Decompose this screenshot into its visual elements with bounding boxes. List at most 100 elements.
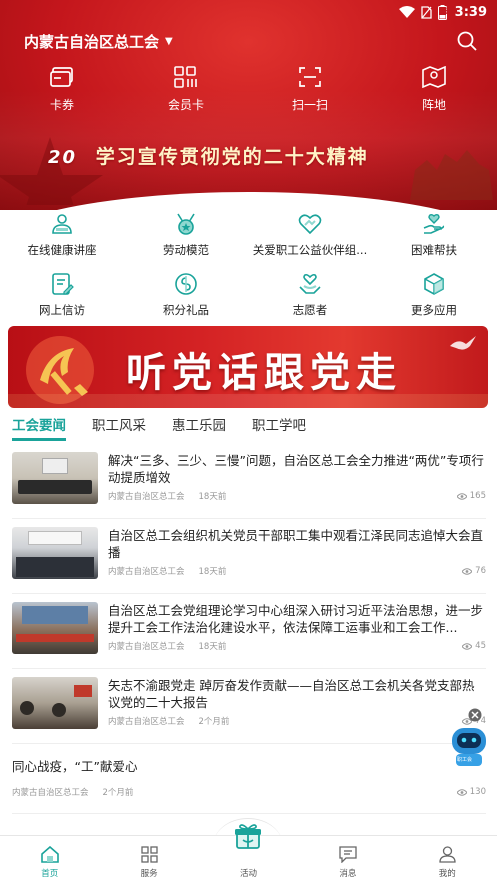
nav-home[interactable]: 首页 [0,836,99,885]
news-tabs: 工会要闻 职工风采 惠工乐园 职工学吧 [12,414,306,441]
service-grid: 在线健康讲座 劳动模范 关爱职工公益伙伴组... 困难帮扶 网上信访 积分礼品 … [0,212,497,332]
news-views: 130 [469,787,486,797]
service-help[interactable]: 困难帮扶 [372,212,496,272]
news-list: 解决“三多、三少、三慢”问题，自治区总工会全力推进“两优”专项行动提质增效 内蒙… [12,444,486,814]
service-label: 志愿者 [292,303,328,317]
service-more-apps[interactable]: 更多应用 [372,272,496,332]
quick-action-map[interactable]: 阵地 [372,66,496,113]
news-views: 45 [475,641,486,651]
search-icon[interactable] [457,31,477,51]
news-source: 内蒙古自治区总工会 [12,788,89,798]
banner-stripe [8,394,488,408]
robot-label: 职工会 [457,757,473,763]
card-icon [50,67,73,87]
nav-label: 活动 [239,869,257,879]
nav-label: 消息 [339,869,357,879]
top-bar: 内蒙古自治区总工会 ▼ [24,28,477,54]
news-meta: 内蒙古自治区总工会 18天前 76 [108,565,486,577]
quick-action-label: 扫一扫 [291,98,328,112]
tab-worker-style[interactable]: 职工风采 [92,414,146,441]
service-row: 在线健康讲座 劳动模范 关爱职工公益伙伴组... 困难帮扶 [0,212,497,272]
services-grid-icon [140,846,158,863]
eye-icon [456,788,467,796]
news-thumbnail [12,452,98,504]
eye-icon [456,492,467,500]
region-selector[interactable]: 内蒙古自治区总工会 ▼ [24,31,173,52]
close-icon[interactable] [468,708,482,722]
news-body: 矢志不渝跟党走 踔厉奋发作贡献——自治区总工会机关各党支部热议党的二十大报告 内… [108,677,486,743]
model-worker-icon [177,213,195,235]
news-title: 解决“三多、三少、三慢”问题，自治区总工会全力推进“两优”专项行动提质增效 [108,453,484,485]
quick-action-member-card[interactable]: 会员卡 [124,66,248,113]
service-label: 积分礼品 [163,303,209,317]
volunteer-icon [299,273,321,294]
news-source: 内蒙古自治区总工会 [108,642,185,652]
service-label: 关爱职工公益伙伴组... [252,243,368,257]
service-model-worker[interactable]: 劳动模范 [124,212,248,272]
status-bar: 6 3:39 [399,2,487,22]
news-views: 165 [469,491,486,501]
points-gift-icon [175,273,197,295]
nav-services[interactable]: 服务 [99,836,198,885]
gift-icon[interactable] [234,823,262,849]
party-emblem-icon [26,336,94,404]
service-label: 劳动模范 [163,243,209,257]
quick-action-scan[interactable]: 扫一扫 [248,66,372,113]
news-time: 18天前 [198,492,227,502]
news-thumbnail [12,527,98,579]
member-card-icon [174,66,197,88]
wifi-icon [399,6,416,18]
service-volunteer[interactable]: 志愿者 [248,272,372,332]
quick-action-card[interactable]: 卡券 [0,66,124,113]
banner-slogan: 20 学习宣传贯彻党的二十大精神 [48,142,369,169]
news-time: 2个月前 [198,717,230,727]
nav-label: 服务 [140,869,158,879]
caret-down-icon: ▼ [165,35,173,47]
news-meta: 内蒙古自治区总工会 2个月前 130 [12,786,486,798]
news-item[interactable]: 解决“三多、三少、三慢”问题，自治区总工会全力推进“两优”专项行动提质增效 内蒙… [12,444,486,519]
news-item[interactable]: 自治区总工会组织机关党员干部职工集中观看江泽民同志追悼大会直播 内蒙古自治区总工… [12,519,486,594]
eye-icon [462,642,473,650]
nav-profile[interactable]: 我的 [398,836,497,885]
banner-text: 学习宣传贯彻党的二十大精神 [95,146,369,168]
news-thumbnail [12,677,98,729]
news-item[interactable]: 自治区总工会党组理论学习中心组深入研讨习近平法治思想，进一步提升工会工作法治化建… [12,594,486,669]
news-meta: 内蒙古自治区总工会 18天前 165 [108,490,486,502]
service-row: 网上信访 积分礼品 志愿者 更多应用 [0,272,497,332]
more-apps-icon [424,273,444,295]
eye-icon [462,567,473,575]
news-time: 18天前 [198,642,227,652]
battery-level: 6 [442,7,449,17]
assistant-robot[interactable]: 职工会 [448,708,490,768]
health-lecture-icon [52,214,72,234]
header: 6 3:39 内蒙古自治区总工会 ▼ 卡券 会员卡 扫一扫 阵地 20 学习宣传… [0,0,497,210]
news-body: 自治区总工会党组理论学习中心组深入研讨习近平法治思想，进一步提升工会工作法治化建… [108,602,486,668]
quick-action-label: 会员卡 [167,98,204,112]
news-item[interactable]: 矢志不渝跟党走 踔厉奋发作贡献——自治区总工会机关各党支部热议党的二十大报告 内… [12,669,486,744]
news-time: 18天前 [198,567,227,577]
service-label: 网上信访 [39,303,85,317]
monument-decoration [410,150,493,200]
service-points-gift[interactable]: 积分礼品 [124,272,248,332]
promo-banner-text: 听党话跟党走 [126,350,402,396]
service-care-partner[interactable]: 关爱职工公益伙伴组... [248,212,372,272]
home-icon [40,846,59,863]
news-body: 自治区总工会组织机关党员干部职工集中观看江泽民同志追悼大会直播 内蒙古自治区总工… [108,527,486,593]
tab-benefit-park[interactable]: 惠工乐园 [172,414,226,441]
nav-label: 首页 [41,869,59,879]
service-petition[interactable]: 网上信访 [0,272,124,332]
clock: 3:39 [454,4,487,20]
news-item[interactable]: 同心战疫，“工”献爱心 内蒙古自治区总工会 2个月前 130 [12,744,486,814]
quick-action-label: 卡券 [49,98,74,112]
quick-actions: 卡券 会员卡 扫一扫 阵地 [0,66,497,113]
news-views: 76 [475,566,486,576]
service-label: 困难帮扶 [411,243,457,257]
tab-worker-study[interactable]: 职工学吧 [252,414,306,441]
nav-messages[interactable]: 消息 [298,836,397,885]
news-meta: 内蒙古自治区总工会 18天前 45 [108,640,486,652]
service-health-lecture[interactable]: 在线健康讲座 [0,212,124,272]
news-title: 自治区总工会组织机关党员干部职工集中观看江泽民同志追悼大会直播 [108,528,484,560]
tab-union-news[interactable]: 工会要闻 [12,414,66,441]
message-icon [339,846,357,863]
promo-banner[interactable]: 听党话跟党走 [8,326,488,408]
